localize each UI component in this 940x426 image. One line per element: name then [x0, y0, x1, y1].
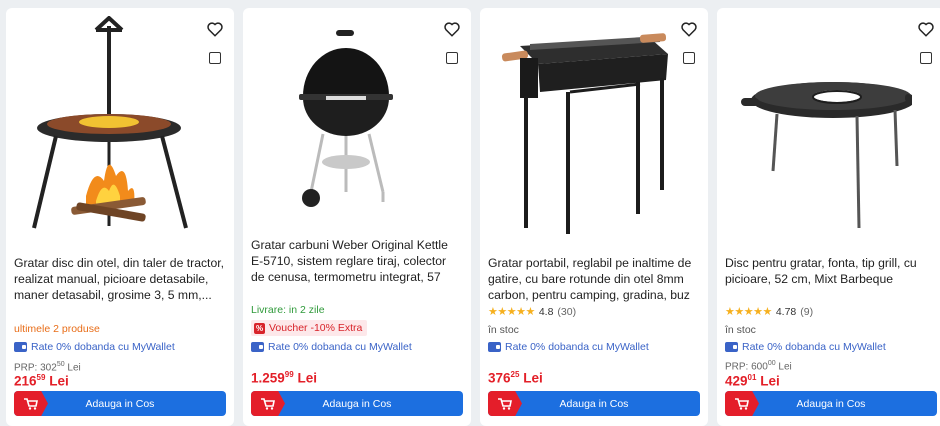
- product-grid: Gratar disc din otel, din taler de tract…: [0, 0, 940, 426]
- mywallet-link[interactable]: Rate 0% dobanda cu MyWallet: [488, 341, 649, 353]
- product-title[interactable]: Gratar carbuni Weber Original Kettle E-5…: [251, 237, 463, 285]
- product-rating: ★★★★★ 4.8 (30): [488, 305, 577, 319]
- product-card[interactable]: Gratar carbuni Weber Original Kettle E-5…: [243, 8, 471, 426]
- product-price: 37625 Lei: [488, 370, 543, 386]
- cart-icon: [251, 391, 285, 416]
- heart-favorite-icon[interactable]: [443, 20, 461, 38]
- compare-checkbox[interactable]: [920, 52, 932, 64]
- wallet-icon: [14, 342, 27, 352]
- cart-icon: [488, 391, 522, 416]
- kettle-charcoal-grill-image[interactable]: [253, 16, 438, 241]
- product-title[interactable]: Gratar portabil, reglabil pe inaltime de…: [488, 255, 700, 303]
- wallet-icon: [725, 342, 738, 352]
- product-title[interactable]: Disc pentru gratar, fonta, tip grill, cu…: [725, 255, 937, 287]
- prp-old-price: PRP: 30250 Lei: [14, 361, 81, 374]
- stock-status: ultimele 2 produse: [14, 323, 100, 335]
- heart-favorite-icon[interactable]: [680, 20, 698, 38]
- compare-checkbox[interactable]: [683, 52, 695, 64]
- product-rating: ★★★★★ 4.78 (9): [725, 305, 814, 319]
- fire-pit-disc-grill-image[interactable]: [16, 16, 201, 241]
- cart-icon: [725, 391, 759, 416]
- star-rating-icon: ★★★★★: [725, 306, 772, 318]
- mywallet-link[interactable]: Rate 0% dobanda cu MyWallet: [725, 341, 886, 353]
- product-card[interactable]: Disc pentru gratar, fonta, tip grill, cu…: [717, 8, 940, 426]
- portable-grill-image[interactable]: [490, 16, 675, 241]
- delivery-info: Livrare: in 2 zile: [251, 304, 325, 316]
- cart-icon: [14, 391, 48, 416]
- compare-checkbox[interactable]: [209, 52, 221, 64]
- stock-status: în stoc: [488, 324, 519, 336]
- voucher-badge: % Voucher -10% Extra: [251, 320, 368, 336]
- mywallet-link[interactable]: Rate 0% dobanda cu MyWallet: [14, 341, 175, 353]
- product-title[interactable]: Gratar disc din otel, din taler de tract…: [14, 255, 226, 303]
- compare-checkbox[interactable]: [446, 52, 458, 64]
- add-to-cart-button[interactable]: Adauga in Cos: [251, 391, 463, 416]
- add-to-cart-button[interactable]: Adauga in Cos: [725, 391, 937, 416]
- product-price: 21659 Lei: [14, 373, 69, 389]
- cast-iron-disc-grill-image[interactable]: [727, 16, 912, 241]
- prp-old-price: PRP: 60000 Lei: [725, 360, 792, 373]
- add-to-cart-button[interactable]: Adauga in Cos: [14, 391, 226, 416]
- product-price: 42901 Lei: [725, 373, 780, 389]
- product-card[interactable]: Gratar disc din otel, din taler de tract…: [6, 8, 234, 426]
- stock-status: în stoc: [725, 324, 756, 336]
- heart-favorite-icon[interactable]: [206, 20, 224, 38]
- wallet-icon: [251, 342, 264, 352]
- wallet-icon: [488, 342, 501, 352]
- mywallet-link[interactable]: Rate 0% dobanda cu MyWallet: [251, 341, 412, 353]
- product-price: 1.25999 Lei: [251, 370, 317, 386]
- product-card[interactable]: Gratar portabil, reglabil pe inaltime de…: [480, 8, 708, 426]
- add-to-cart-button[interactable]: Adauga in Cos: [488, 391, 700, 416]
- star-rating-icon: ★★★★★: [488, 306, 535, 318]
- voucher-icon: %: [254, 322, 265, 334]
- heart-favorite-icon[interactable]: [917, 20, 935, 38]
